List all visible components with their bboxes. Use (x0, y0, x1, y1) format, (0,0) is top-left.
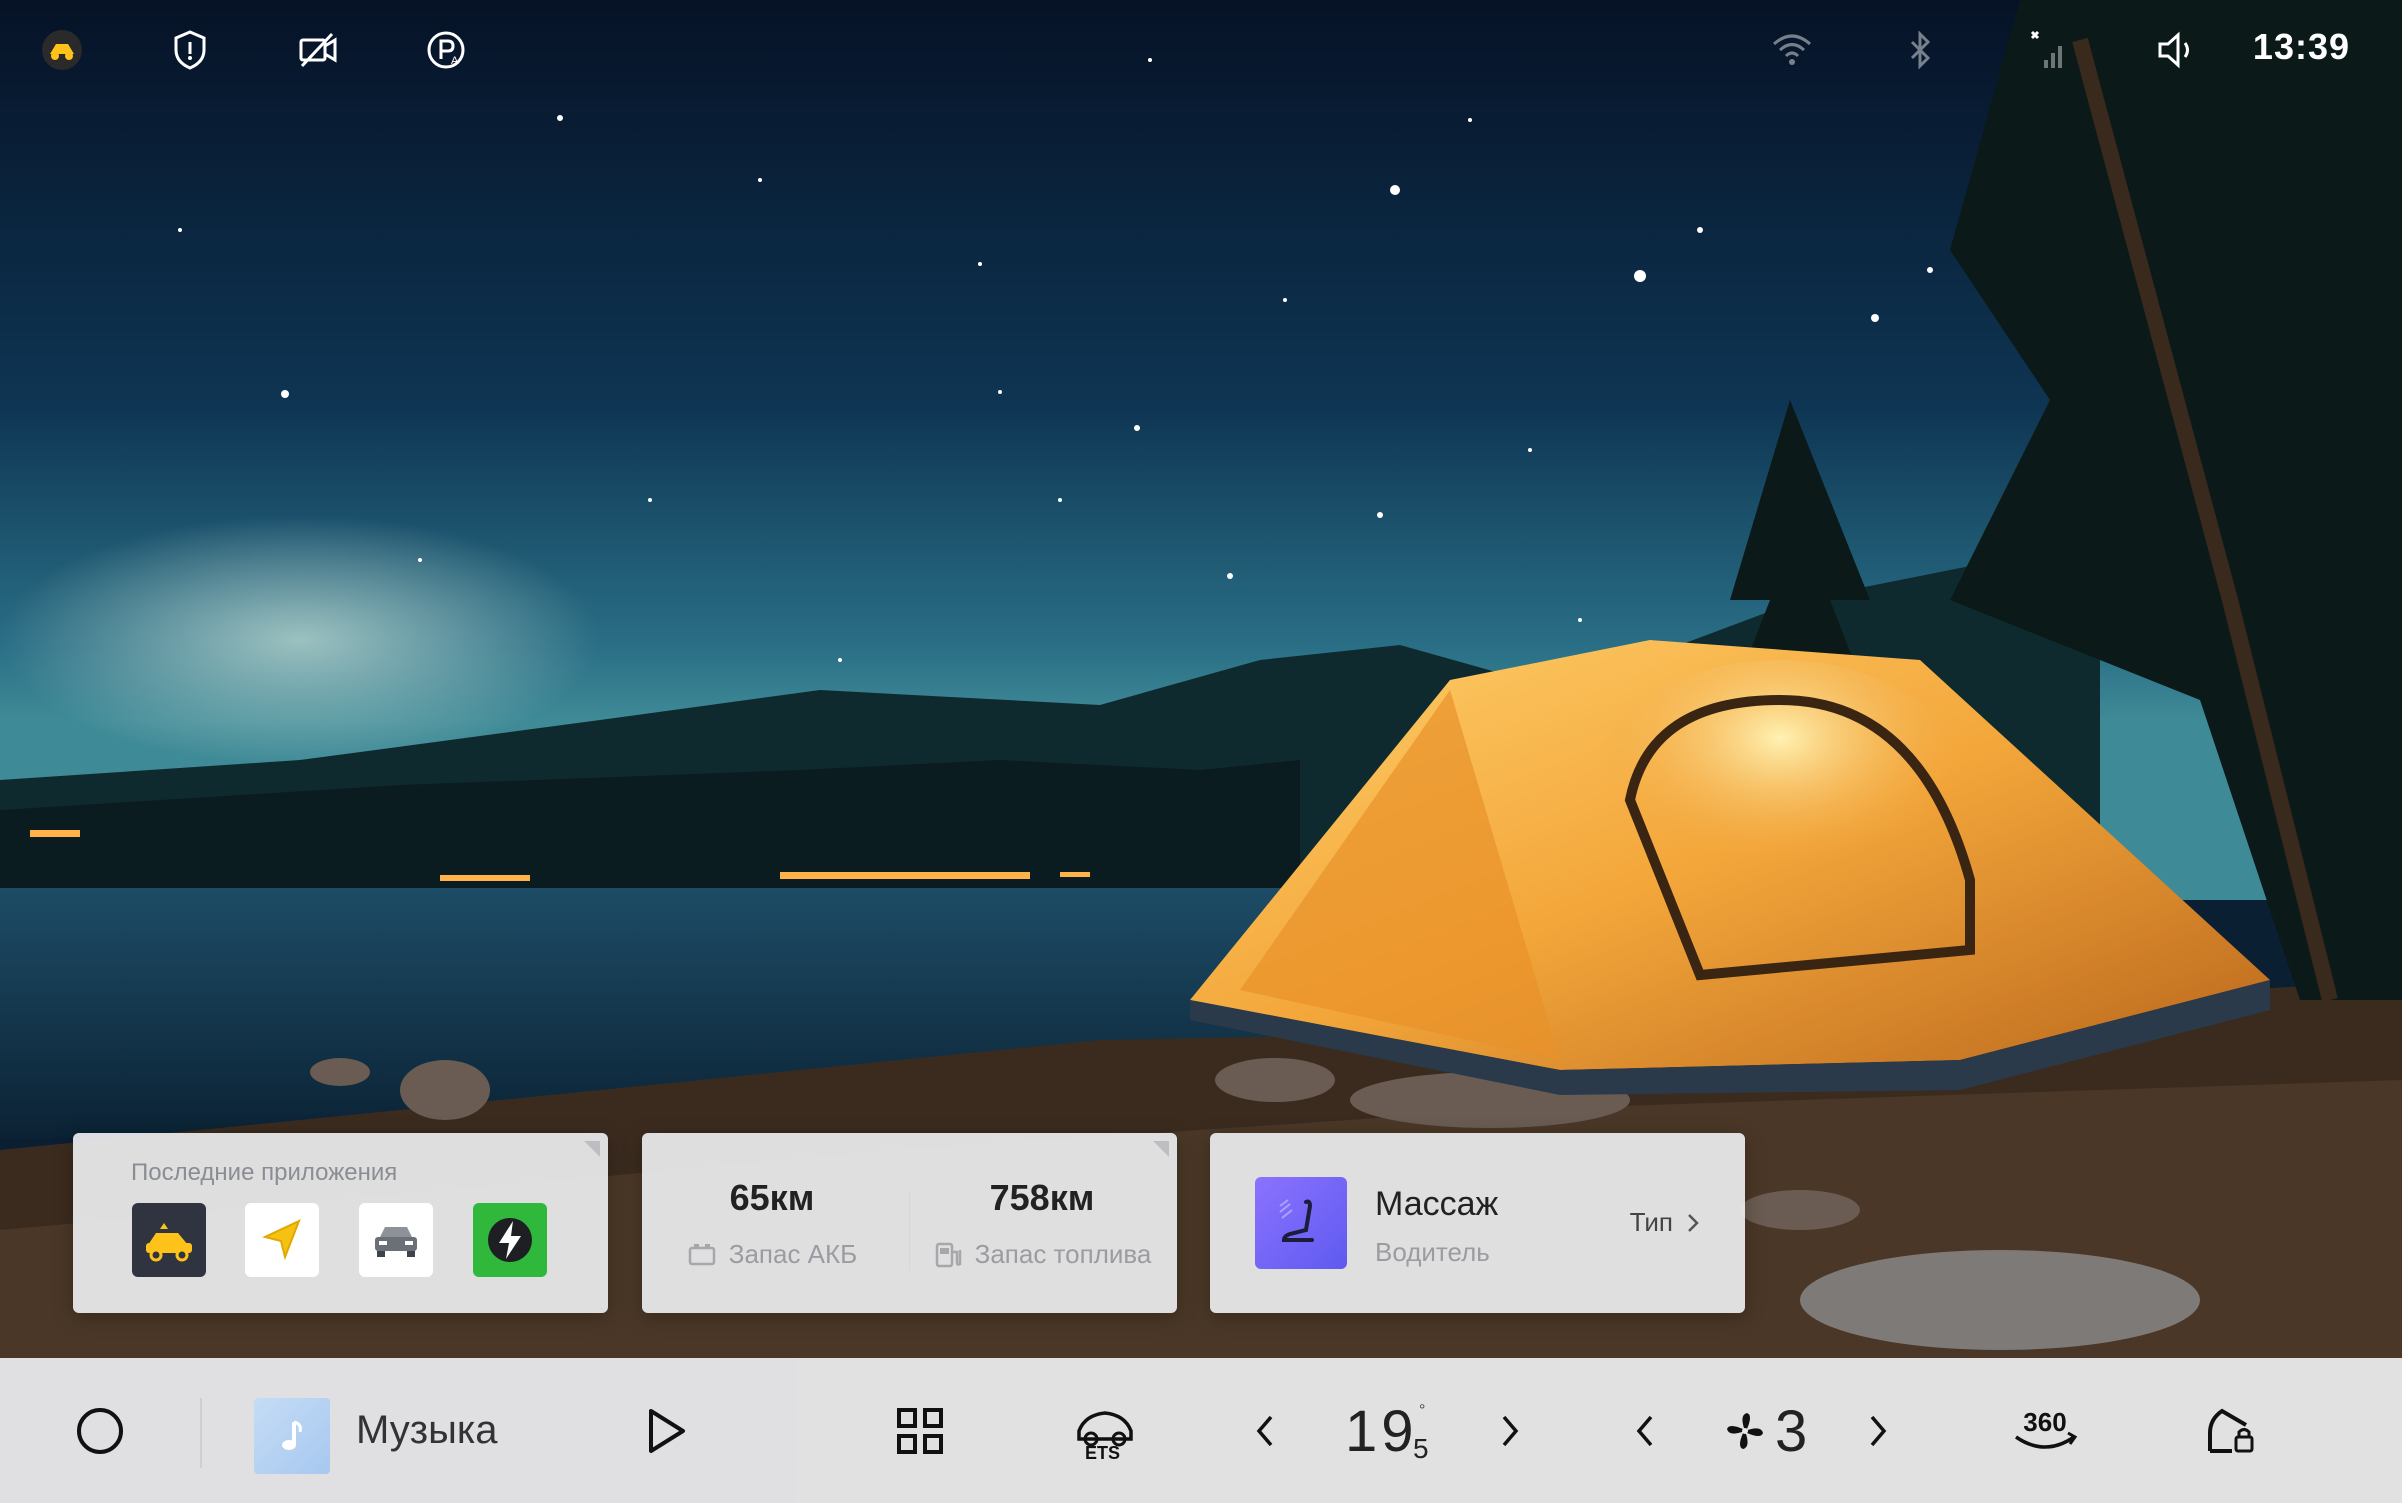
corner-mark (1153, 1141, 1169, 1157)
bottom-dock: Музыка ETS 19 ° 5 3 360 (0, 1358, 2402, 1503)
temp-increase-button[interactable] (1480, 1358, 1540, 1503)
chevron-right-icon (1688, 1213, 1699, 1232)
battery-icon (688, 1243, 715, 1265)
temperature-decimal: 5 (1413, 1433, 1429, 1464)
music-album-art[interactable] (254, 1398, 330, 1474)
battery-range-value: 65км (729, 1177, 815, 1218)
fuel-range: 758км Запас топлива (912, 1177, 1172, 1270)
camera-360-button[interactable]: 360 (2000, 1358, 2090, 1503)
chevron-left-icon (1636, 1415, 1653, 1446)
massage-subtitle: Водитель (1375, 1237, 1490, 1267)
play-icon (649, 1408, 685, 1453)
drive-lock-button[interactable] (2190, 1358, 2270, 1503)
battery-range-label: Запас АКБ (728, 1239, 858, 1269)
chevron-right-icon (1502, 1415, 1519, 1446)
battery-range: 65км Запас АКБ (642, 1177, 902, 1270)
ets-badge-icon[interactable] (34, 22, 90, 78)
massage-title: Массаж (1375, 1185, 1499, 1223)
fan-decrease-button[interactable] (1615, 1358, 1675, 1503)
home-button[interactable] (60, 1358, 140, 1503)
fan-level: 3 (1775, 1399, 1808, 1464)
chevron-right-icon (1870, 1415, 1887, 1446)
fuel-pump-icon (935, 1242, 961, 1267)
battery-range-label-row: Запас АКБ (642, 1239, 902, 1270)
ets-car-app-icon[interactable] (132, 1203, 206, 1277)
volume-icon[interactable] (2148, 22, 2204, 78)
temp-decrease-button[interactable] (1235, 1358, 1295, 1503)
recent-apps-title: Последние приложения (131, 1159, 398, 1186)
temperature-value: 19 (1345, 1399, 1418, 1464)
charging-app-icon[interactable] (473, 1203, 547, 1277)
steering-lock-icon (2208, 1408, 2254, 1453)
fan-increase-button[interactable] (1848, 1358, 1908, 1503)
massage-type-button[interactable]: Тип (1630, 1207, 1701, 1238)
bluetooth-icon[interactable] (1892, 22, 1948, 78)
play-button[interactable] (625, 1358, 705, 1503)
ets-button[interactable]: ETS (1065, 1358, 1145, 1503)
parking-assist-icon[interactable]: A (418, 22, 474, 78)
signal-off-icon (2020, 22, 2076, 78)
range-card[interactable]: 65км Запас АКБ 758км Запас топлива (642, 1133, 1177, 1313)
shield-icon[interactable] (162, 22, 218, 78)
fan-icon (1727, 1412, 1763, 1449)
range-divider (909, 1191, 910, 1271)
svg-text:ETS: ETS (1085, 1443, 1120, 1461)
navigation-app-icon[interactable] (245, 1203, 319, 1277)
music-note-icon (282, 1420, 302, 1450)
app-grid-button[interactable] (880, 1358, 960, 1503)
wifi-icon[interactable] (1764, 22, 1820, 78)
dock-separator (200, 1398, 202, 1468)
ets-car-icon: ETS (1077, 1410, 1133, 1461)
chevron-left-icon (1256, 1415, 1273, 1446)
massage-card[interactable]: Массаж Водитель Тип (1210, 1133, 1745, 1313)
camera-360-icon: 360 (2015, 1407, 2078, 1449)
clock: 13:39 (2252, 26, 2350, 67)
fan-icon-wrap (1720, 1358, 1770, 1503)
music-label[interactable]: Музыка (356, 1408, 497, 1453)
recent-apps-card[interactable]: Последние приложения (73, 1133, 608, 1313)
camera-off-icon[interactable] (290, 22, 346, 78)
corner-mark (584, 1141, 600, 1157)
temperature-degree: ° (1419, 1402, 1426, 1419)
grid-icon (897, 1407, 943, 1454)
svg-text:A: A (451, 55, 459, 67)
fuel-range-label-row: Запас топлива (912, 1239, 1172, 1270)
massage-type-label: Тип (1629, 1207, 1673, 1237)
car-app-icon[interactable] (359, 1203, 433, 1277)
fuel-range-value: 758км (989, 1177, 1095, 1218)
massage-seat-icon (1255, 1177, 1347, 1269)
camera-360-label: 360 (2023, 1407, 2066, 1437)
fuel-range-label: Запас топлива (974, 1239, 1152, 1269)
circle-home-icon (77, 1407, 123, 1454)
